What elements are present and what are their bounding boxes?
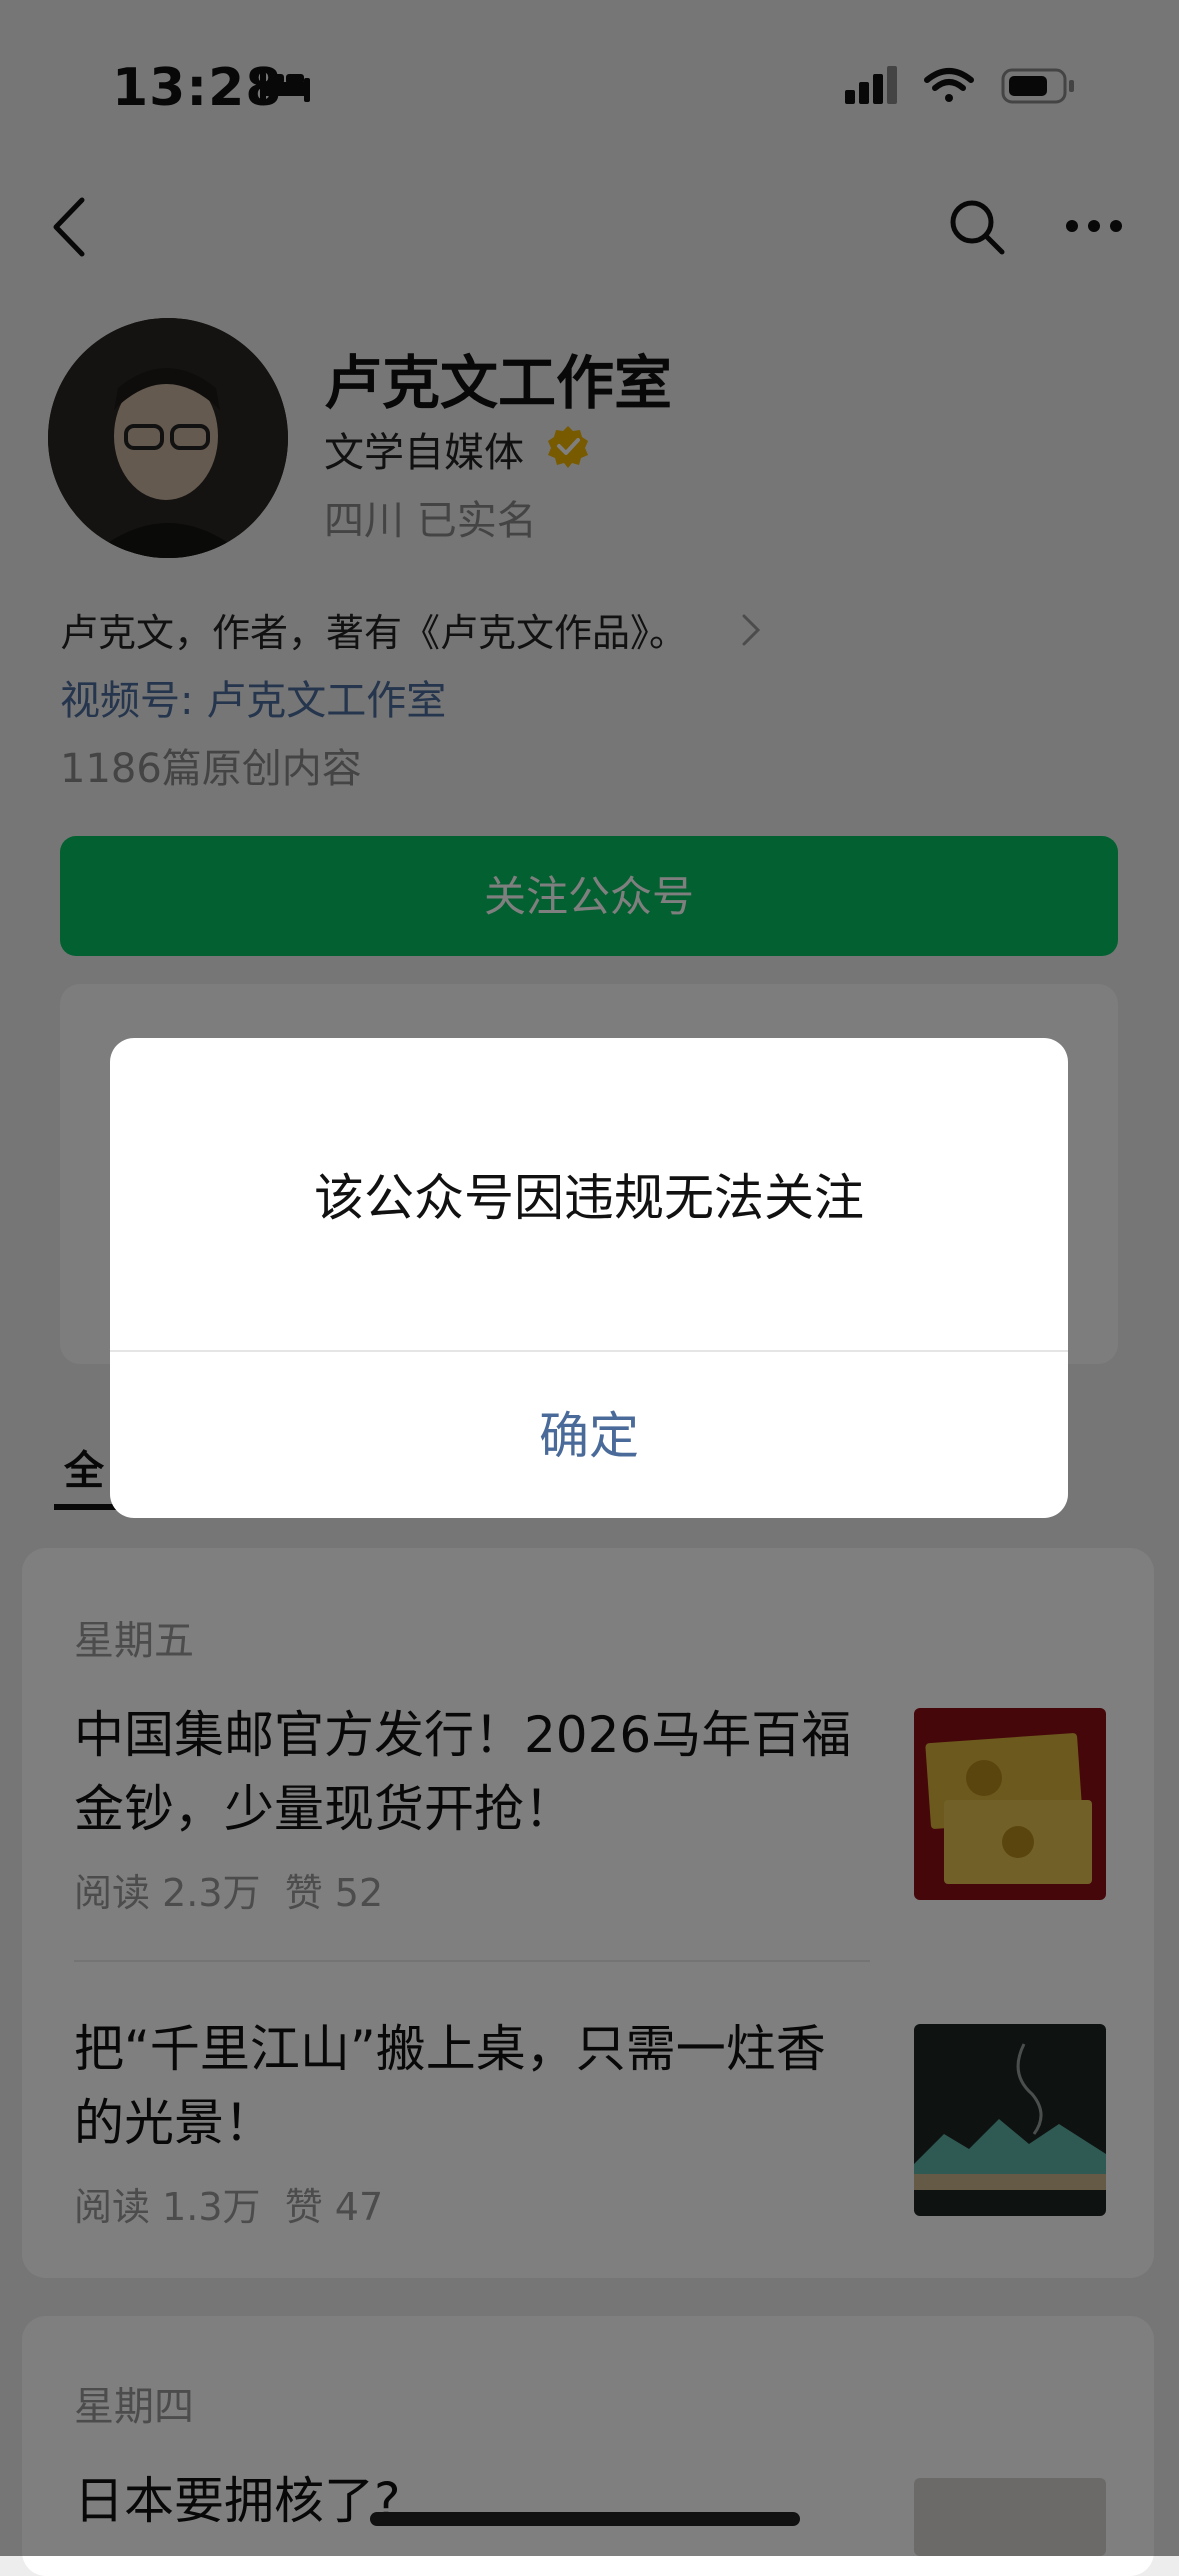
home-indicator[interactable] [370,2512,800,2526]
dialog-message: 该公众号因违规无法关注 [314,1169,864,1227]
confirm-button[interactable]: 确定 [110,1352,1068,1518]
alert-dialog: 该公众号因违规无法关注 确定 [110,1038,1068,1518]
